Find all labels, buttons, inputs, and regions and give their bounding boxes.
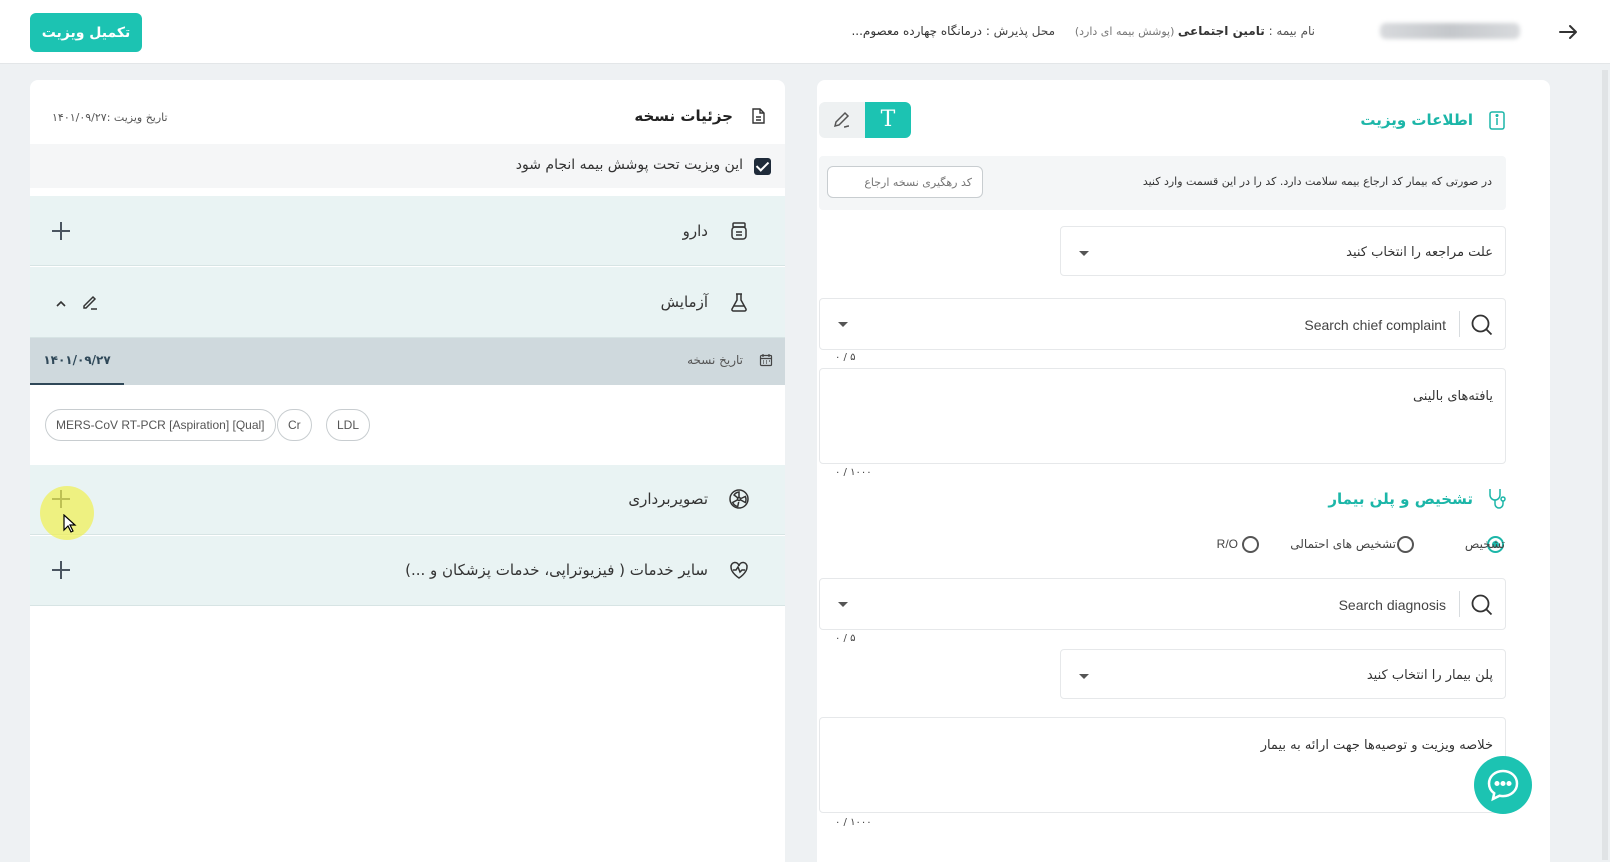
- place-value: درمانگاه چهارده معصوم...: [851, 24, 982, 38]
- admission-place: محل پذیرش : درمانگاه چهارده معصوم...: [851, 24, 1055, 38]
- radio-diagnosis-label: تشخیص: [1464, 537, 1505, 551]
- clinical-findings-placeholder: یافته‌های بالینی: [1412, 389, 1493, 404]
- lab-test-chip[interactable]: Cr: [277, 409, 312, 441]
- back-arrow-icon[interactable]: [1556, 20, 1580, 44]
- lab-date-label: تاریخ نسخه: [687, 353, 743, 367]
- diagnosis-search[interactable]: Search diagnosis: [819, 578, 1506, 630]
- visit-reason-text: علت مراجعه را انتخاب کنید: [1346, 245, 1493, 260]
- section-other-label: سایر خدمات ( فیزیوتراپی، خدمات پزشکان و …: [405, 561, 708, 579]
- lab-test-chip[interactable]: LDL: [326, 409, 371, 441]
- radio-probable-diagnosis[interactable]: [1397, 536, 1414, 553]
- info-icon: [1489, 111, 1505, 130]
- referral-code-input[interactable]: [827, 166, 983, 198]
- section-imaging-label: تصویربرداری: [628, 490, 708, 508]
- text-mode-button[interactable]: T: [865, 102, 911, 138]
- divider: [1459, 591, 1460, 617]
- chevron-up-icon[interactable]: [54, 297, 68, 311]
- pen-mode-button[interactable]: [819, 102, 865, 138]
- insurance-info: نام بیمه : تامین اجتماعی (پوشش بیمه ای د…: [1075, 24, 1315, 38]
- caret-down-icon: [838, 602, 848, 607]
- visit-info-panel: اطلاعات ویزیت T در صورتی که بیمار کد ارج…: [817, 80, 1550, 862]
- place-label: محل پذیرش :: [985, 24, 1055, 38]
- section-lab-label: آزمایش: [660, 293, 708, 311]
- section-drug: دارو: [30, 196, 785, 266]
- insurance-row: این ویزیت تحت پوشش بیمه انجام شود: [30, 144, 785, 188]
- top-bar: تکمیل ویزیت محل پذیرش : درمانگاه چهارده …: [0, 0, 1610, 64]
- lab-test-chip[interactable]: MERS-CoV RT-PCR [Aspiration] [Qual]: [45, 409, 276, 441]
- caret-down-icon: [838, 322, 848, 327]
- caret-down-icon: [1079, 251, 1089, 256]
- add-other-service-button[interactable]: [50, 559, 72, 581]
- diagnosis-placeholder: Search diagnosis: [1338, 597, 1446, 613]
- visit-summary-counter: ۰ / ۱۰۰۰: [835, 817, 872, 828]
- patient-plan-select[interactable]: پلن بیمار را انتخاب کنید: [1060, 649, 1506, 699]
- prescription-title: جزئیات نسخه: [634, 107, 733, 125]
- insurance-label: نام بیمه :: [1264, 24, 1315, 38]
- edit-lab-icon[interactable]: [80, 292, 100, 312]
- page-scrollbar[interactable]: [1602, 70, 1608, 860]
- visit-summary-placeholder: خلاصه ویزیت و توصیه‌ها جهت ارائه به بیما…: [1260, 738, 1493, 753]
- search-icon: [1471, 314, 1493, 336]
- chief-complaint-search[interactable]: Search chief complaint: [819, 298, 1506, 350]
- insurance-checkbox-label: این ویزیت تحت پوشش بیمه انجام شود: [515, 157, 743, 173]
- insurance-note: (پوشش بیمه ای دارد): [1074, 25, 1178, 38]
- pen-icon: [833, 111, 850, 128]
- pill-bottle-icon: [731, 222, 747, 240]
- section-drug-label: دارو: [682, 222, 708, 240]
- clinical-findings-textarea[interactable]: یافته‌های بالینی: [819, 368, 1506, 464]
- visit-summary-textarea[interactable]: خلاصه ویزیت و توصیه‌ها جهت ارائه به بیما…: [819, 717, 1506, 813]
- chief-complaint-placeholder: Search chief complaint: [1304, 317, 1446, 333]
- section-lab: آزمایش: [30, 267, 785, 338]
- radio-rule-out[interactable]: [1242, 536, 1259, 553]
- add-drug-button[interactable]: [50, 220, 72, 242]
- visit-reason-select[interactable]: علت مراجعه را انتخاب کنید: [1060, 226, 1506, 276]
- chat-icon: [1487, 769, 1519, 802]
- referral-box: در صورتی که بیمار کد ارجاع بیمه سلامت دا…: [819, 156, 1506, 210]
- chat-support-button[interactable]: [1474, 756, 1532, 814]
- heart-pulse-icon: [730, 561, 748, 579]
- insurance-value: تامین اجتماعی: [1177, 24, 1265, 38]
- radio-probable-diagnosis-label: تشخیص های احتمالی: [1290, 537, 1396, 551]
- visit-info-title: اطلاعات ویزیت: [1360, 111, 1473, 129]
- referral-text: در صورتی که بیمار کد ارجاع بیمه سلامت دا…: [1142, 175, 1492, 188]
- visit-date: تاریخ ویزیت :۱۴۰۱/۰۹/۲۷: [52, 111, 168, 124]
- prescription-panel: جزئیات نسخه تاریخ ویزیت :۱۴۰۱/۰۹/۲۷ این …: [30, 80, 785, 862]
- clinical-findings-counter: ۰ / ۱۰۰۰: [835, 467, 872, 478]
- lab-date-strip: ۱۴۰۱/۰۹/۲۷ تاریخ نسخه: [30, 338, 785, 385]
- document-icon: [752, 108, 765, 124]
- stethoscope-icon: [1489, 489, 1506, 509]
- chief-complaint-counter: ۰ / ۵: [835, 352, 856, 363]
- calendar-icon: [759, 354, 773, 367]
- caret-down-icon: [1079, 674, 1089, 679]
- patient-plan-text: پلن بیمار را انتخاب کنید: [1366, 668, 1493, 683]
- lab-tests-area: MERS-CoV RT-PCR [Aspiration] [Qual] Cr L…: [30, 385, 785, 465]
- section-other: سایر خدمات ( فیزیوتراپی، خدمات پزشکان و …: [30, 536, 785, 606]
- insurance-checkbox[interactable]: [754, 158, 771, 175]
- lab-date-tab[interactable]: ۱۴۰۱/۰۹/۲۷: [30, 338, 124, 385]
- diagnosis-title: تشخیص و پلن بیمار: [1328, 490, 1473, 508]
- diagnosis-counter: ۰ / ۵: [835, 633, 856, 644]
- section-imaging: تصویربرداری: [30, 465, 785, 535]
- patient-name-blurred: [1380, 23, 1520, 39]
- search-icon: [1471, 594, 1493, 616]
- radiation-icon: [729, 489, 749, 509]
- complete-visit-button[interactable]: تکمیل ویزیت: [30, 13, 142, 52]
- mouse-cursor-icon: [63, 514, 77, 533]
- radio-rule-out-label: R/O: [1216, 537, 1238, 551]
- divider: [1459, 311, 1460, 337]
- flask-icon: [731, 293, 747, 312]
